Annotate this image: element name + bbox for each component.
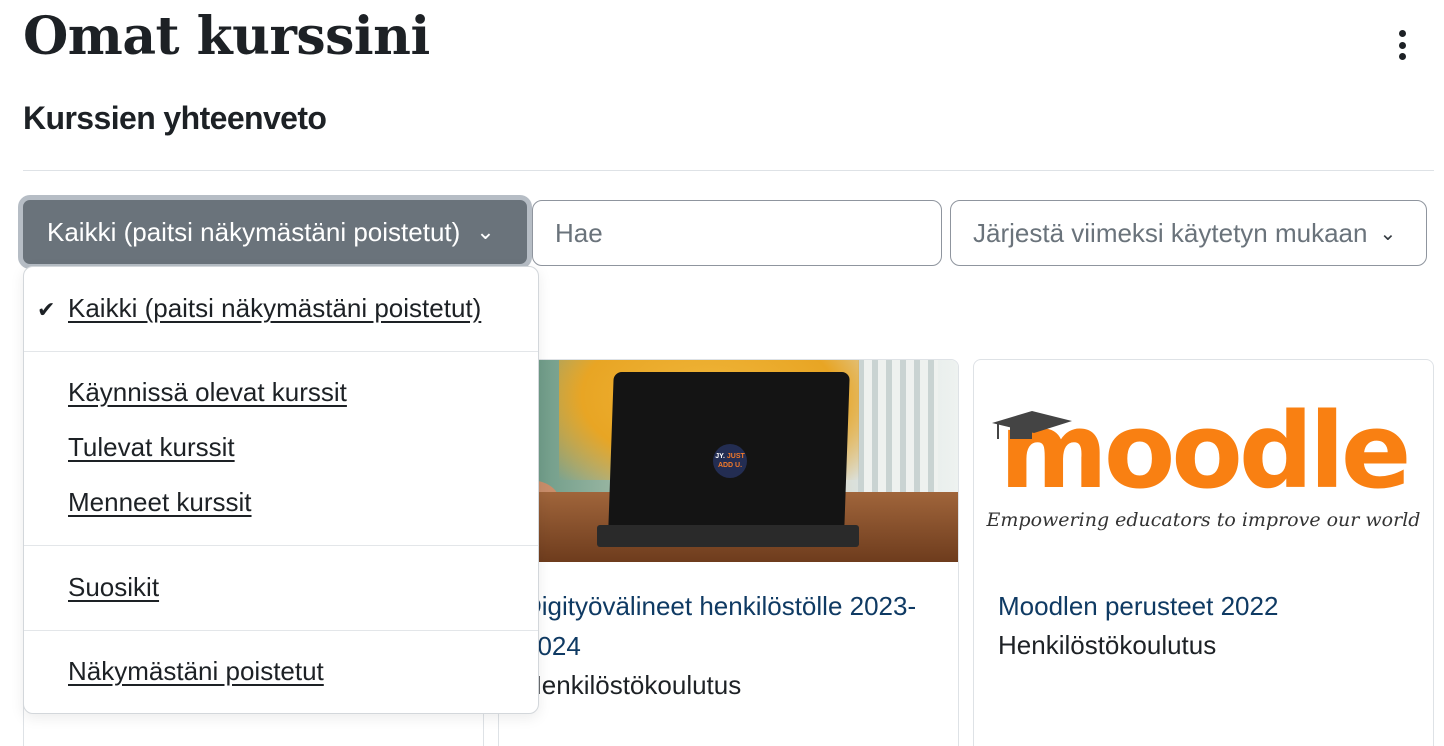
course-card[interactable]: JY. JUST ADD U. Digityövälineet henkilös… xyxy=(498,359,959,746)
filter-label: Kaikki (paitsi näkymästäni poistetut) xyxy=(47,216,461,247)
check-icon: ✔ xyxy=(37,297,56,322)
section-title: Kurssien yhteenveto xyxy=(23,100,327,136)
dropdown-item-hidden[interactable]: Näkymästäni poistetut xyxy=(68,656,324,687)
grouping-filter-button[interactable]: Kaikki (paitsi näkymästäni poistetut) ⌄ xyxy=(18,195,532,269)
chevron-down-icon: ⌄ xyxy=(476,219,495,244)
course-card[interactable]: moodle Empowering educators to improve o… xyxy=(973,359,1434,746)
sort-select[interactable]: Järjestä viimeksi käytetyn mukaan ⌄ xyxy=(950,200,1427,266)
course-title-link[interactable]: Moodlen perusteet 2022 xyxy=(998,586,1418,626)
dropdown-divider xyxy=(24,351,538,352)
graduation-cap-icon xyxy=(991,411,1072,439)
divider xyxy=(23,170,1434,171)
chevron-down-icon: ⌄ xyxy=(1379,222,1397,245)
moodle-logo: moodle Empowering educators to improve o… xyxy=(986,390,1421,531)
page-title: Omat kurssini xyxy=(23,6,430,67)
dropdown-item-future[interactable]: Tulevat kurssit xyxy=(68,432,235,463)
search-placeholder: Hae xyxy=(555,217,603,248)
course-title-link[interactable]: Digityövälineet henkilöstölle 2023-2024 xyxy=(523,586,943,666)
dropdown-item-favourites[interactable]: Suosikit xyxy=(68,572,159,603)
course-category: Henkilöstökoulutus xyxy=(523,670,742,700)
course-category: Henkilöstökoulutus xyxy=(998,630,1217,660)
sticker-logo: JY. JUST ADD U. xyxy=(713,444,747,478)
course-image[interactable]: moodle Empowering educators to improve o… xyxy=(974,360,1433,562)
sort-label: Järjestä viimeksi käytetyn mukaan xyxy=(973,217,1368,248)
dropdown-divider xyxy=(24,545,538,546)
dropdown-item-all[interactable]: Kaikki (paitsi näkymästäni poistetut) xyxy=(68,293,481,324)
dropdown-item-past[interactable]: Menneet kurssit xyxy=(68,487,252,518)
dropdown-divider xyxy=(24,630,538,631)
grouping-dropdown-menu: ✔ Kaikki (paitsi näkymästäni poistetut) … xyxy=(23,266,539,714)
kebab-menu-icon[interactable] xyxy=(1390,30,1414,60)
course-image[interactable]: JY. JUST ADD U. xyxy=(499,360,958,562)
search-input[interactable]: Hae xyxy=(532,200,942,266)
dropdown-item-inprogress[interactable]: Käynnissä olevat kurssit xyxy=(68,377,347,408)
